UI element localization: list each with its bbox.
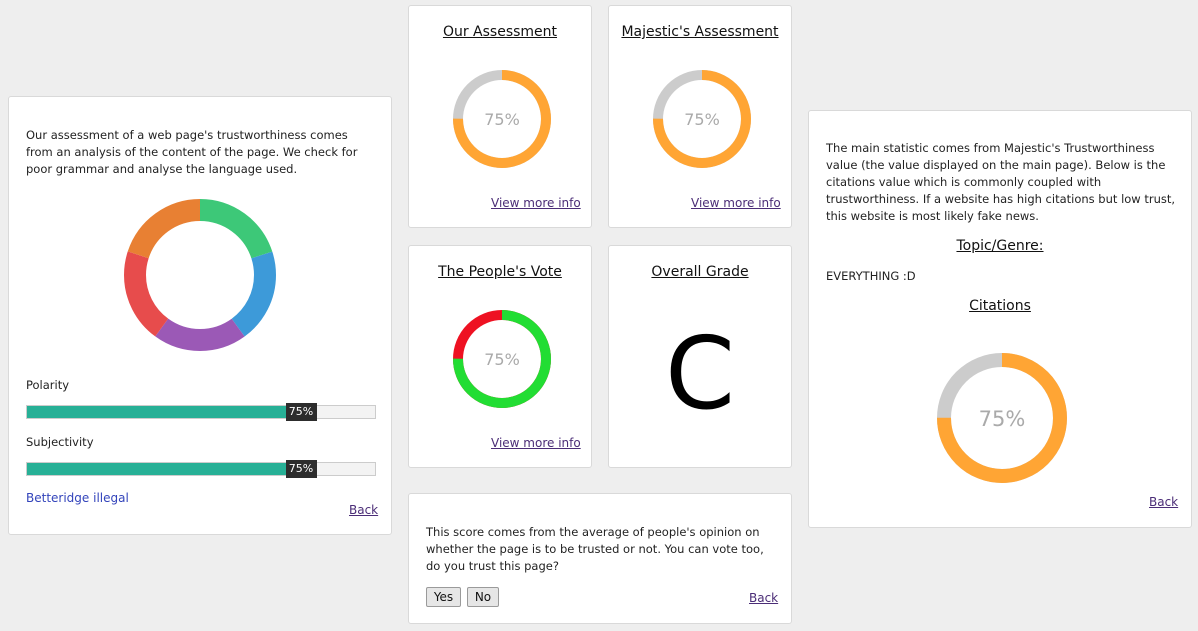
- peoples-vote-card: The People's Vote 75% View more info: [408, 245, 592, 468]
- majestic-intro-text: The main statistic comes from Majestic's…: [826, 141, 1176, 223]
- subjectivity-value: 75%: [285, 460, 317, 478]
- back-link[interactable]: Back: [349, 503, 378, 517]
- polarity-label: Polarity: [26, 378, 70, 392]
- our-assessment-title: Our Assessment: [442, 24, 558, 40]
- vote-no-button[interactable]: No: [467, 587, 499, 607]
- our-assessment-more-info-link[interactable]: View more info: [491, 196, 581, 210]
- peoples-vote-donut: 75%: [453, 310, 551, 408]
- majestic-assessment-value: 75%: [684, 110, 720, 129]
- majestic-info-panel: The main statistic comes from Majestic's…: [808, 110, 1192, 528]
- citations-donut: 75%: [937, 353, 1067, 483]
- subjectivity-bar-fill: [27, 463, 290, 475]
- language-breakdown-donut: [124, 199, 276, 351]
- our-assessment-donut: 75%: [453, 70, 551, 168]
- majestic-assessment-donut: 75%: [653, 70, 751, 168]
- topic-value: EVERYTHING :D: [826, 269, 916, 283]
- peoples-vote-more-info-link[interactable]: View more info: [491, 436, 581, 450]
- overall-grade-card: Overall Grade C: [608, 245, 792, 468]
- vote-back-link[interactable]: Back: [749, 591, 778, 605]
- analysis-intro-text: Our assessment of a web page's trustwort…: [26, 128, 358, 176]
- vote-panel: This score comes from the average of peo…: [408, 493, 792, 624]
- betteridge-link[interactable]: Betteridge illegal: [26, 491, 129, 505]
- overall-grade-letter: C: [665, 315, 735, 432]
- vote-yes-button[interactable]: Yes: [426, 587, 461, 607]
- vote-explanation-text: This score comes from the average of peo…: [426, 525, 764, 573]
- peoples-vote-value: 75%: [484, 350, 520, 369]
- citations-heading: Citations: [969, 298, 1031, 314]
- topic-heading: Topic/Genre:: [956, 238, 1044, 254]
- trust-analysis-panel: Our assessment of a web page's trustwort…: [8, 96, 392, 535]
- polarity-bar-fill: [27, 406, 290, 418]
- majestic-assessment-title: Majestic's Assessment: [621, 24, 779, 40]
- our-assessment-value: 75%: [484, 110, 520, 129]
- peoples-vote-title: The People's Vote: [438, 264, 562, 280]
- majestic-assessment-more-info-link[interactable]: View more info: [691, 196, 781, 210]
- citations-value: 75%: [979, 407, 1026, 431]
- citations-back-link[interactable]: Back: [1149, 495, 1178, 509]
- polarity-bar: 75%: [26, 403, 376, 421]
- our-assessment-card: Our Assessment 75% View more info: [408, 5, 592, 228]
- polarity-value: 75%: [285, 403, 317, 421]
- subjectivity-label: Subjectivity: [26, 435, 94, 449]
- overall-grade-title: Overall Grade: [651, 264, 749, 280]
- subjectivity-bar: 75%: [26, 460, 376, 478]
- majestic-assessment-card: Majestic's Assessment 75% View more info: [608, 5, 792, 228]
